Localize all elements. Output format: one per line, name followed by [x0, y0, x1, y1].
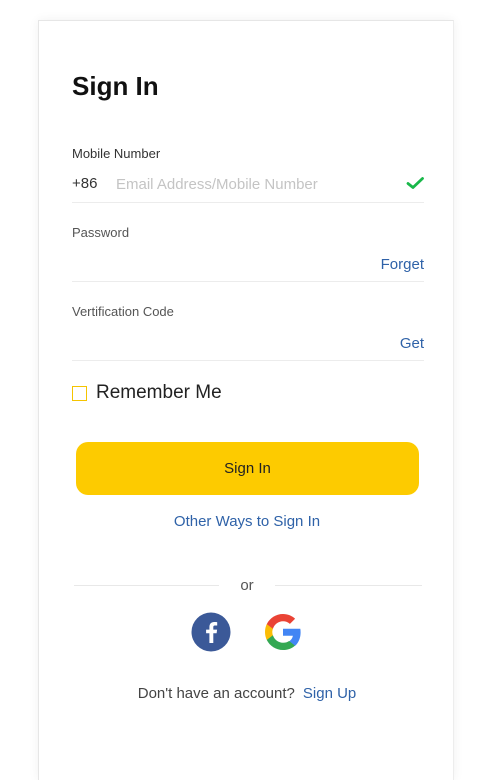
remember-label: Remember Me	[96, 382, 222, 403]
signup-row: Don't have an account? Sign Up	[39, 685, 455, 702]
signup-prompt: Don't have an account?	[137, 685, 295, 702]
remember-checkbox[interactable]	[72, 385, 87, 401]
google-icon[interactable]	[263, 612, 303, 652]
mobile-label: Mobile Number	[72, 146, 161, 161]
verification-input[interactable]	[72, 332, 372, 352]
check-icon	[406, 177, 424, 189]
get-code-link[interactable]: Get	[400, 335, 424, 352]
page-title: Sign In	[72, 71, 159, 101]
password-label: Password	[72, 225, 130, 240]
signin-card: Sign In Mobile Number +86 Password Forge…	[38, 20, 454, 780]
password-field: Password Forget	[72, 225, 424, 282]
remember-me-toggle[interactable]: Remember Me	[72, 382, 222, 404]
mobile-input[interactable]	[116, 174, 396, 194]
facebook-icon[interactable]	[191, 612, 231, 652]
mobile-field: Mobile Number +86	[72, 146, 424, 203]
other-ways-link[interactable]: Other Ways to Sign In	[39, 513, 455, 530]
verification-label: Vertification Code	[72, 304, 174, 319]
signin-button[interactable]: Sign In	[76, 442, 419, 495]
forget-link[interactable]: Forget	[381, 256, 424, 273]
divider-line-right	[275, 585, 422, 586]
verification-field: Vertification Code Get	[72, 304, 424, 361]
signup-link[interactable]: Sign Up	[303, 685, 356, 702]
country-code-prefix[interactable]: +86	[72, 175, 97, 192]
password-input[interactable]	[72, 253, 362, 273]
